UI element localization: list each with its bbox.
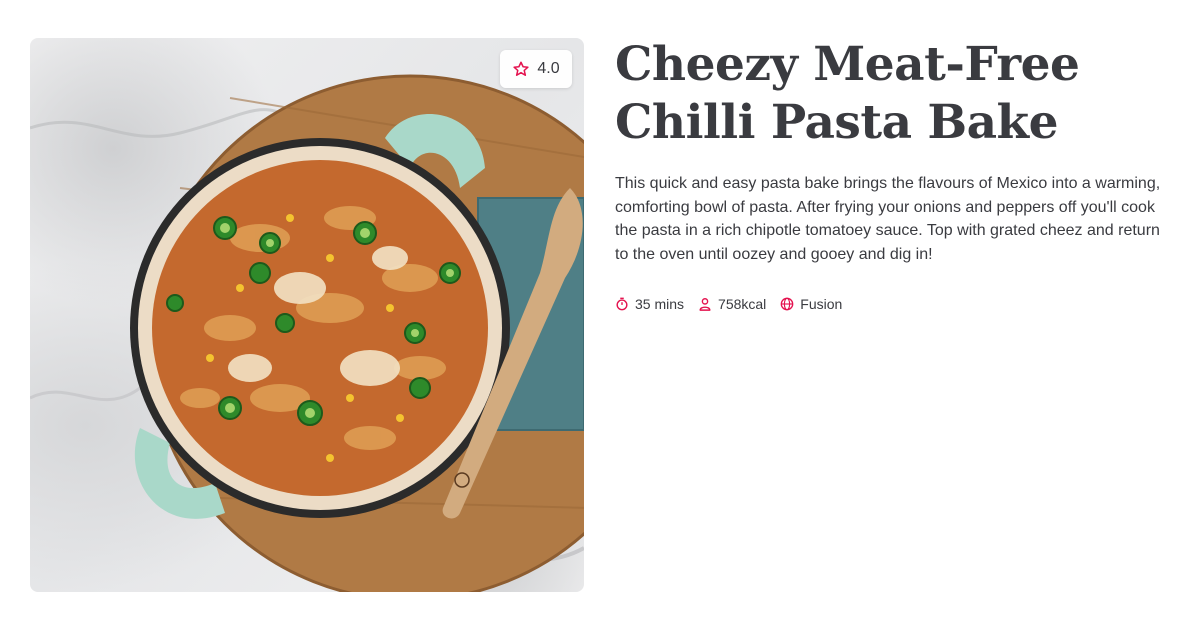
cuisine-value: Fusion [800,296,843,312]
person-icon [699,298,711,311]
rating-badge: 4.0 [500,50,572,88]
recipe-title: Cheezy Meat-Free Chilli Pasta Bake [615,37,1080,150]
recipe-meta: 35 mins 758kcal Fusion [615,296,842,312]
recipe-image [30,38,584,592]
cuisine: Fusion [780,296,842,312]
stopwatch-icon [616,297,628,311]
cook-time-value: 35 mins [635,296,685,312]
calories-value: 758kcal [718,296,767,312]
cook-time: 35 mins [615,296,684,312]
calories: 758kcal [698,296,766,312]
rating-value: 4.0 [537,60,560,77]
recipe-description: This quick and easy pasta bake brings th… [615,175,1161,263]
star-outline-icon [513,61,530,76]
globe-icon [780,297,794,311]
pasta-bake-photo [30,74,584,592]
